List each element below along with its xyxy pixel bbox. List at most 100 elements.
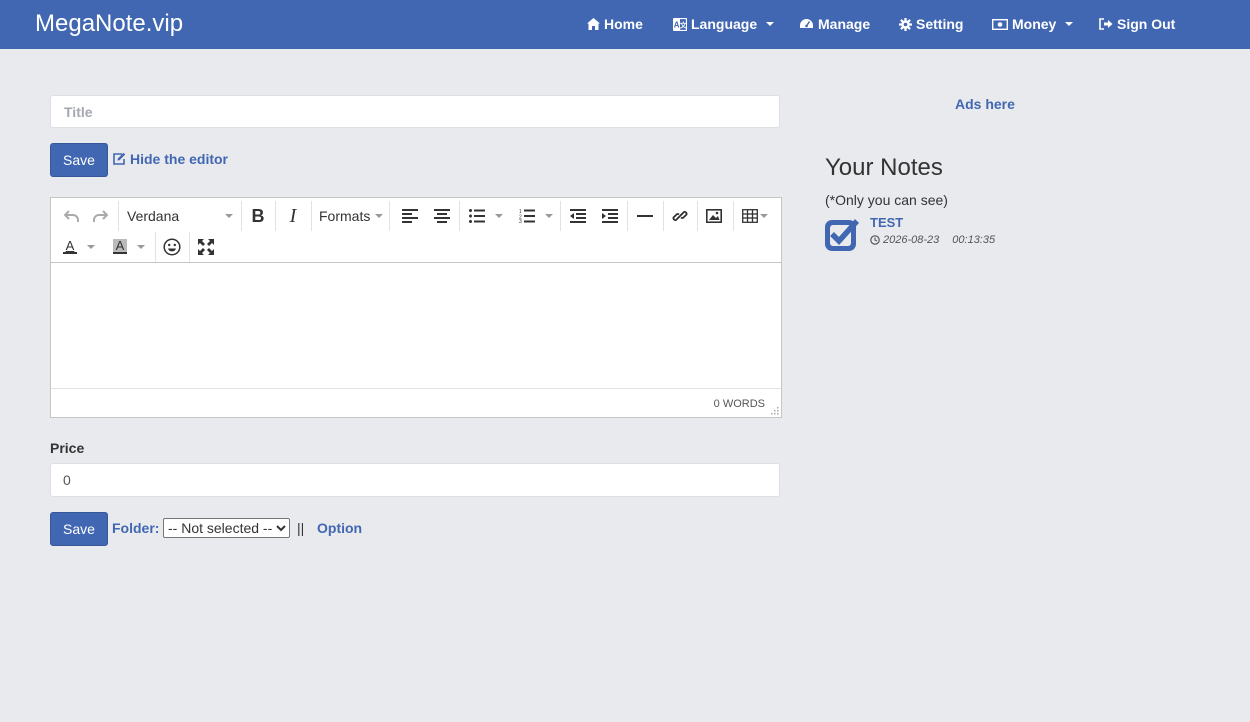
toolbar-separator: [560, 201, 561, 231]
bold-icon: B: [251, 205, 265, 226]
sign-out-icon: [1099, 18, 1113, 30]
note-title[interactable]: TEST: [870, 215, 903, 230]
italic-button[interactable]: I: [278, 201, 308, 231]
nav-setting[interactable]: Setting: [899, 16, 963, 32]
svg-text:文: 文: [680, 20, 687, 29]
toolbar-separator: [697, 201, 698, 231]
toolbar-separator: [733, 201, 734, 231]
outdent-button[interactable]: [563, 201, 593, 231]
editor-statusbar: 0 WORDS: [51, 388, 781, 417]
fullscreen-button[interactable]: [191, 232, 221, 262]
bullet-list-button[interactable]: [465, 201, 507, 231]
hide-editor-label: Hide the editor: [130, 151, 229, 167]
resize-handle-icon[interactable]: [770, 406, 779, 415]
chevron-down-icon: [760, 214, 768, 218]
chevron-down-icon: [375, 214, 383, 218]
table-button[interactable]: [737, 201, 773, 231]
save-button[interactable]: Save: [50, 143, 108, 177]
horizontal-line-button[interactable]: [630, 201, 660, 231]
numbered-list-button[interactable]: 123: [515, 201, 557, 231]
toolbar-separator: [663, 201, 664, 231]
chevron-down-icon: [225, 214, 233, 218]
nav-manage[interactable]: Manage: [799, 16, 870, 32]
align-center-button[interactable]: [427, 201, 457, 231]
folder-select[interactable]: -- Not selected --: [163, 518, 290, 538]
nav-language[interactable]: A文 Language: [673, 16, 775, 32]
outdent-icon: [570, 209, 586, 223]
save-bottom-button[interactable]: Save: [50, 512, 108, 546]
indent-icon: [602, 209, 618, 223]
brand-logo[interactable]: MegaNote.vip: [35, 10, 183, 38]
table-icon: [742, 209, 758, 223]
gear-icon: [899, 17, 912, 31]
language-icon: A文: [673, 17, 687, 31]
nav-setting-label: Setting: [916, 16, 964, 32]
nav-money-label: Money: [1012, 16, 1057, 32]
bold-button[interactable]: B: [243, 201, 273, 231]
link-button[interactable]: [665, 201, 695, 231]
nav-sign-out-label: Sign Out: [1117, 16, 1176, 32]
svg-text:3: 3: [519, 219, 522, 223]
chevron-down-icon: [1065, 22, 1074, 26]
home-icon: [587, 18, 600, 30]
bullet-list-icon: [469, 209, 485, 223]
hide-editor-link[interactable]: Hide the editor: [112, 151, 228, 167]
toolbar-separator: [275, 201, 276, 231]
nav-home-label: Home: [604, 16, 643, 32]
image-button[interactable]: [699, 201, 729, 231]
option-link[interactable]: Option: [317, 520, 362, 536]
chevron-down-icon: [545, 214, 553, 218]
note-meta: 2026-08-23 00:13:35: [870, 234, 995, 246]
notes-subtitle: (*Only you can see): [825, 192, 948, 208]
italic-icon: I: [289, 204, 297, 227]
toolbar-separator: [627, 201, 628, 231]
nav-language-label: Language: [691, 16, 758, 32]
note-date: 2026-08-23: [883, 234, 940, 246]
nav-home[interactable]: Home: [587, 16, 643, 32]
indent-button[interactable]: [595, 201, 625, 231]
formats-label: Formats: [319, 208, 371, 224]
numbered-list-icon: 123: [519, 209, 535, 223]
svg-text:A: A: [66, 239, 75, 253]
font-family-select[interactable]: Verdana: [121, 201, 239, 231]
undo-button[interactable]: [57, 201, 87, 231]
nav-manage-label: Manage: [818, 16, 871, 32]
clock-icon: [870, 235, 880, 245]
toolbar-separator: [189, 232, 190, 262]
link-icon: [672, 211, 688, 221]
top-navbar: MegaNote.vip Home A文 Language Manage Set…: [0, 0, 1250, 49]
background-color-icon: A: [113, 239, 127, 254]
smiley-icon: [163, 238, 181, 256]
background-color-button[interactable]: A: [107, 232, 151, 262]
rich-text-editor: Verdana B I Formats 123 A A 0 WORDS: [50, 197, 782, 418]
notes-heading: Your Notes: [825, 154, 943, 181]
editor-content-area[interactable]: [51, 264, 781, 388]
nav-money[interactable]: Money: [992, 16, 1074, 32]
chevron-down-icon: [495, 214, 503, 218]
folder-label: Folder:: [112, 520, 160, 536]
toolbar-separator: [241, 201, 242, 231]
redo-button[interactable]: [85, 201, 115, 231]
nav-sign-out[interactable]: Sign Out: [1099, 16, 1175, 32]
title-input[interactable]: [50, 95, 780, 128]
note-time: 00:13:35: [952, 234, 996, 246]
text-color-icon: A: [63, 239, 77, 254]
redo-icon: [93, 210, 108, 222]
fullscreen-icon: [198, 239, 214, 255]
horizontal-line-icon: [637, 215, 653, 217]
editor-toolbar: Verdana B I Formats 123 A A: [51, 198, 781, 263]
price-input[interactable]: [50, 463, 780, 497]
ads-placeholder[interactable]: Ads here: [955, 96, 1015, 112]
money-icon: [992, 18, 1008, 30]
svg-text:A: A: [116, 239, 125, 253]
align-left-button[interactable]: [395, 201, 425, 231]
align-center-icon: [434, 209, 450, 223]
word-count: 0 WORDS: [713, 398, 765, 410]
undo-icon: [64, 210, 79, 222]
formats-select[interactable]: Formats: [315, 201, 387, 231]
align-left-icon: [402, 209, 418, 223]
text-color-button[interactable]: A: [57, 232, 101, 262]
note-list-item[interactable]: TEST 2026-08-23 00:13:35: [824, 214, 1074, 254]
image-icon: [706, 209, 722, 223]
emoticons-button[interactable]: [157, 232, 187, 262]
